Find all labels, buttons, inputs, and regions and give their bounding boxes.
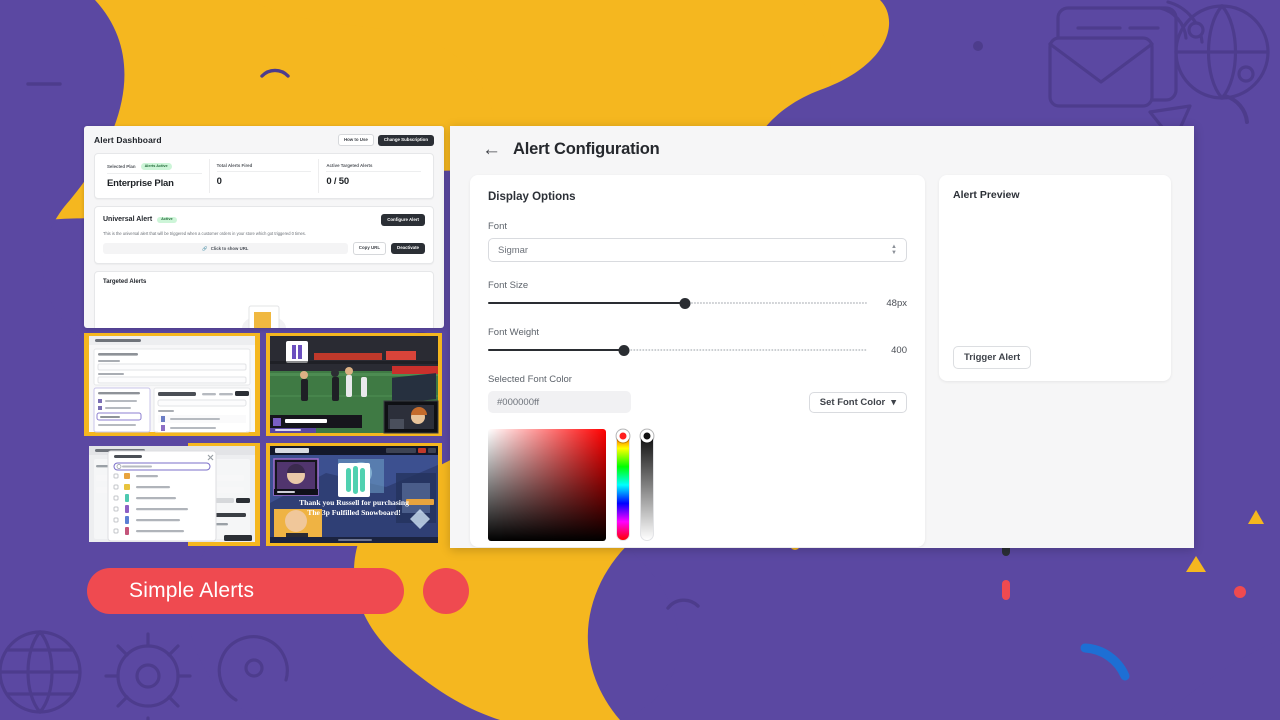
copy-url-button[interactable]: Copy URL <box>352 242 387 255</box>
alert-dashboard-window: Alert Dashboard How to Use Change Subscr… <box>84 126 444 328</box>
status-badge: Alerts Active <box>140 163 172 171</box>
stat-total-alerts-fired: Total Alerts Fired 0 <box>208 159 319 194</box>
font-weight-label: Font Weight <box>488 327 540 338</box>
hue-handle[interactable] <box>616 429 630 443</box>
configure-alert-button[interactable]: Configure Alert <box>381 214 425 226</box>
font-color-group: Selected Font Color #000000ff Set Font C… <box>488 374 907 413</box>
display-options-title: Display Options <box>488 191 576 203</box>
stat-value: 0 <box>216 176 222 188</box>
thumbnail-grid: Thank you Russell for purchasing The 3p … <box>84 333 444 548</box>
divider <box>326 171 422 173</box>
font-label: Font <box>488 221 508 232</box>
universal-alert-description: This is the universal alert that will be… <box>103 230 306 236</box>
font-select-value: Sigmar <box>498 244 529 256</box>
alert-preview-stage <box>953 201 1157 346</box>
show-url-button[interactable]: 🔗 Click to show URL <box>103 243 348 255</box>
how-to-use-button[interactable]: How to Use <box>337 134 374 147</box>
stat-value: Enterprise Plan <box>107 178 174 190</box>
saturation-square[interactable] <box>488 429 606 541</box>
font-color-hex-value: #000000ff <box>497 396 540 408</box>
app-screenshot-composite: Alert Dashboard How to Use Change Subscr… <box>84 126 1194 548</box>
selected-font-color-label: Selected Font Color <box>488 374 572 385</box>
targeted-alerts-title: Targeted Alerts <box>103 278 147 285</box>
svg-text:The 3p Fulfilled Snowboard!: The 3p Fulfilled Snowboard! <box>307 508 400 517</box>
targeted-alerts-card: Targeted Alerts <box>94 270 434 328</box>
universal-alert-title: Universal Alert <box>103 216 153 224</box>
stat-value: 0 / 50 <box>326 176 349 188</box>
dashboard-header: Alert Dashboard How to Use Change Subscr… <box>94 134 434 147</box>
thumbnail-sports-stream-alert[interactable] <box>266 333 442 436</box>
svg-text:Thank you Russell for purchasi: Thank you Russell for purchasing <box>299 498 409 507</box>
chevron-down-icon: ▾ <box>891 397 896 408</box>
font-color-hex-input[interactable]: #000000ff <box>488 391 631 413</box>
chevron-updown-icon: ▲ ▼ <box>891 243 897 256</box>
alert-preview-panel: Alert Preview Trigger Alert <box>939 175 1171 381</box>
font-size-group: Font Size 48px <box>488 280 907 309</box>
set-font-color-label: Set Font Color <box>819 397 886 408</box>
font-weight-value: 400 <box>891 344 907 356</box>
empty-state-illustration <box>242 305 286 328</box>
thumbnail-overwatch-stream-alert[interactable]: Thank you Russell for purchasing The 3p … <box>266 443 442 546</box>
brand-name: Simple Alerts <box>129 579 255 602</box>
status-badge: Active <box>157 216 177 224</box>
stat-active-targeted-alerts: Active Targeted Alerts 0 / 50 <box>318 159 428 194</box>
alpha-slider[interactable] <box>640 429 654 541</box>
divider <box>216 171 312 173</box>
modal-title: Alert Configuration <box>513 140 660 158</box>
divider <box>107 173 202 175</box>
modal-header: ← Alert Configuration <box>450 126 1194 159</box>
alert-preview-title: Alert Preview <box>953 189 1020 201</box>
font-size-value: 48px <box>886 297 907 309</box>
show-url-label: Click to show URL <box>210 246 249 252</box>
arrow-left-icon[interactable]: ← <box>482 140 501 159</box>
stats-card-row: Selected Plan Alerts Active Enterprise P… <box>94 153 434 200</box>
font-weight-slider[interactable] <box>488 344 867 356</box>
font-size-slider[interactable] <box>488 297 867 309</box>
trigger-alert-button[interactable]: Trigger Alert <box>953 346 1032 369</box>
stat-label: Selected Plan <box>107 164 136 170</box>
universal-alert-card: Universal Alert Active Configure Alert T… <box>94 206 434 264</box>
stat-selected-plan: Selected Plan Alerts Active Enterprise P… <box>100 159 209 193</box>
alpha-handle[interactable] <box>640 429 654 443</box>
page-title: Alert Dashboard <box>94 135 162 146</box>
set-font-color-button[interactable]: Set Font Color ▾ <box>808 392 907 413</box>
font-size-label: Font Size <box>488 280 529 291</box>
color-picker[interactable] <box>488 429 907 541</box>
stat-label: Total Alerts Fired <box>216 163 253 169</box>
display-options-panel: Display Options Font Sigmar ▲ ▼ Font Size <box>470 175 925 547</box>
hue-slider[interactable] <box>616 429 630 541</box>
thumbnail-add-products-modal[interactable] <box>84 443 260 546</box>
link-icon: 🔗 <box>202 245 208 251</box>
stat-label: Active Targeted Alerts <box>326 163 373 169</box>
change-subscription-button[interactable]: Change Subscription <box>377 134 434 146</box>
font-weight-group: Font Weight 400 <box>488 327 907 356</box>
font-field-group: Font Sigmar ▲ ▼ <box>488 221 907 262</box>
brand-pill: Simple Alerts <box>87 568 404 614</box>
thumbnail-create-targeted-alert[interactable] <box>84 333 260 436</box>
deactivate-button[interactable]: Deactivate <box>391 242 425 255</box>
font-select[interactable]: Sigmar ▲ ▼ <box>488 238 907 262</box>
alert-configuration-modal: ← Alert Configuration Display Options Fo… <box>450 126 1194 548</box>
brand-accent-circle <box>423 568 469 614</box>
